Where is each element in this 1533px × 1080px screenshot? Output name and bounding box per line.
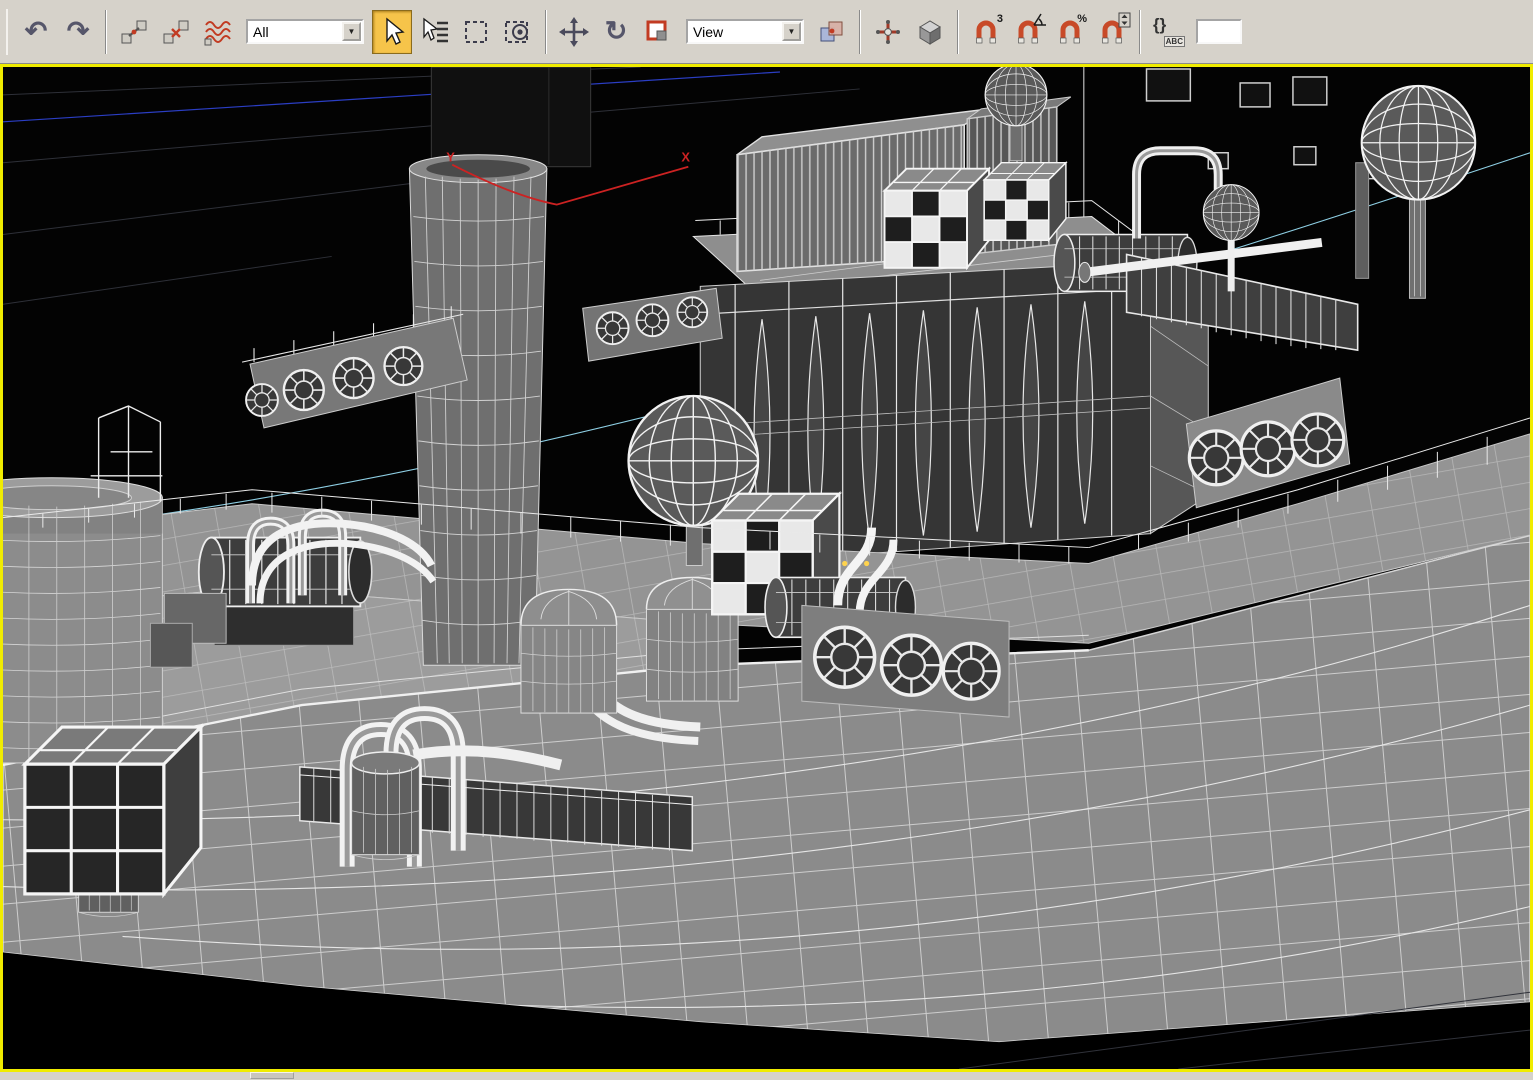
- braces-label: {}: [1153, 14, 1167, 34]
- toolbar-separator: [545, 9, 547, 54]
- checker-cube-container: [883, 167, 990, 269]
- small-sphere-tank: [1202, 184, 1260, 241]
- toolbar-separator: [859, 9, 861, 54]
- named-sets-icon: {} ABC: [1151, 15, 1185, 49]
- snap-count-label: 3: [996, 12, 1003, 25]
- toolbar-grip[interactable]: [6, 8, 10, 55]
- percent-snap-toggle-button[interactable]: %: [1050, 10, 1090, 54]
- dome-tank-small: [520, 588, 618, 714]
- toolbar-separator: [105, 9, 107, 54]
- bind-to-spacewarp-button[interactable]: [198, 10, 238, 54]
- angle-snap-toggle-button[interactable]: [1008, 10, 1048, 54]
- vent-row-mid: [801, 604, 1010, 718]
- use-pivot-center-button[interactable]: [812, 10, 852, 54]
- axis-x-label: X: [681, 150, 690, 165]
- undo-icon: ↶: [24, 16, 48, 46]
- sphere-tank-top: [984, 67, 1048, 127]
- select-by-name-icon: [423, 17, 448, 42]
- perspective-viewport: Y X: [0, 64, 1533, 1072]
- angle-icon: [1033, 13, 1046, 26]
- spacewarp-icon: [204, 20, 231, 45]
- named-selection-sets-button[interactable]: {} ABC: [1148, 10, 1188, 54]
- redo-button[interactable]: ↷: [58, 10, 98, 54]
- selection-filter-dropdown[interactable]: All ▼: [246, 19, 364, 44]
- viewport-canvas[interactable]: Y X: [3, 67, 1530, 1069]
- magnet-icon: [976, 20, 996, 43]
- axis-y-label: Y: [446, 150, 455, 165]
- select-and-scale-button[interactable]: [638, 10, 678, 54]
- select-and-rotate-button[interactable]: ↻: [596, 10, 636, 54]
- selection-filter-value: All: [253, 23, 269, 40]
- unlink-selection-button[interactable]: [156, 10, 196, 54]
- scale-icon: [646, 20, 667, 40]
- toolbar-separator: [1139, 9, 1141, 54]
- bottom-bar: [0, 1072, 1533, 1080]
- move-icon: [559, 16, 589, 47]
- rotate-icon: ↻: [604, 16, 628, 46]
- select-and-link-button[interactable]: [114, 10, 154, 54]
- window-crossing-toggle-button[interactable]: [498, 10, 538, 54]
- rectangular-selection-region-button[interactable]: [456, 10, 496, 54]
- select-arrow-icon: [386, 17, 405, 45]
- checker-cube-container: [983, 161, 1067, 241]
- grid-cube-foredeck: [23, 725, 203, 896]
- reference-coordinate-dropdown[interactable]: View ▼: [686, 19, 804, 44]
- redo-icon: ↷: [66, 16, 90, 46]
- select-by-name-button[interactable]: [414, 10, 454, 54]
- select-and-move-button[interactable]: [554, 10, 594, 54]
- toolbar-separator: [957, 9, 959, 54]
- percent-label: %: [1077, 12, 1087, 25]
- window-crossing-icon: [505, 20, 528, 43]
- application-window: ↶ ↷ All ▼ ↻ View ▼ 3 % {} ABC Y X: [0, 0, 1533, 1080]
- reference-coordinate-value: View: [693, 23, 724, 40]
- main-toolbar: ↶ ↷ All ▼ ↻ View ▼ 3 % {} ABC: [0, 0, 1533, 64]
- manipulate-icon: [876, 19, 900, 44]
- link-icon: [121, 20, 147, 43]
- keyboard-override-toggle-button[interactable]: [910, 10, 950, 54]
- undo-button[interactable]: ↶: [16, 10, 56, 54]
- cube-gizmo-icon: [919, 19, 941, 45]
- named-selection-dropdown-partial[interactable]: [1196, 19, 1242, 44]
- viewport-hscroll-thumb[interactable]: [250, 1072, 294, 1079]
- unlink-icon: [163, 20, 189, 43]
- select-object-button[interactable]: [372, 9, 412, 54]
- spinner-snap-toggle-button[interactable]: [1092, 10, 1132, 54]
- select-and-manipulate-button[interactable]: [868, 10, 908, 54]
- selection-filter-arrow-button[interactable]: ▼: [342, 22, 361, 41]
- abc-label: ABC: [1163, 35, 1185, 47]
- reference-coordinate-arrow-button[interactable]: ▼: [782, 22, 801, 41]
- rect-region-icon: [465, 20, 487, 43]
- pivot-center-icon: [820, 21, 843, 41]
- snaps-toggle-button[interactable]: 3: [966, 10, 1006, 54]
- spinner-icon: [1118, 12, 1131, 27]
